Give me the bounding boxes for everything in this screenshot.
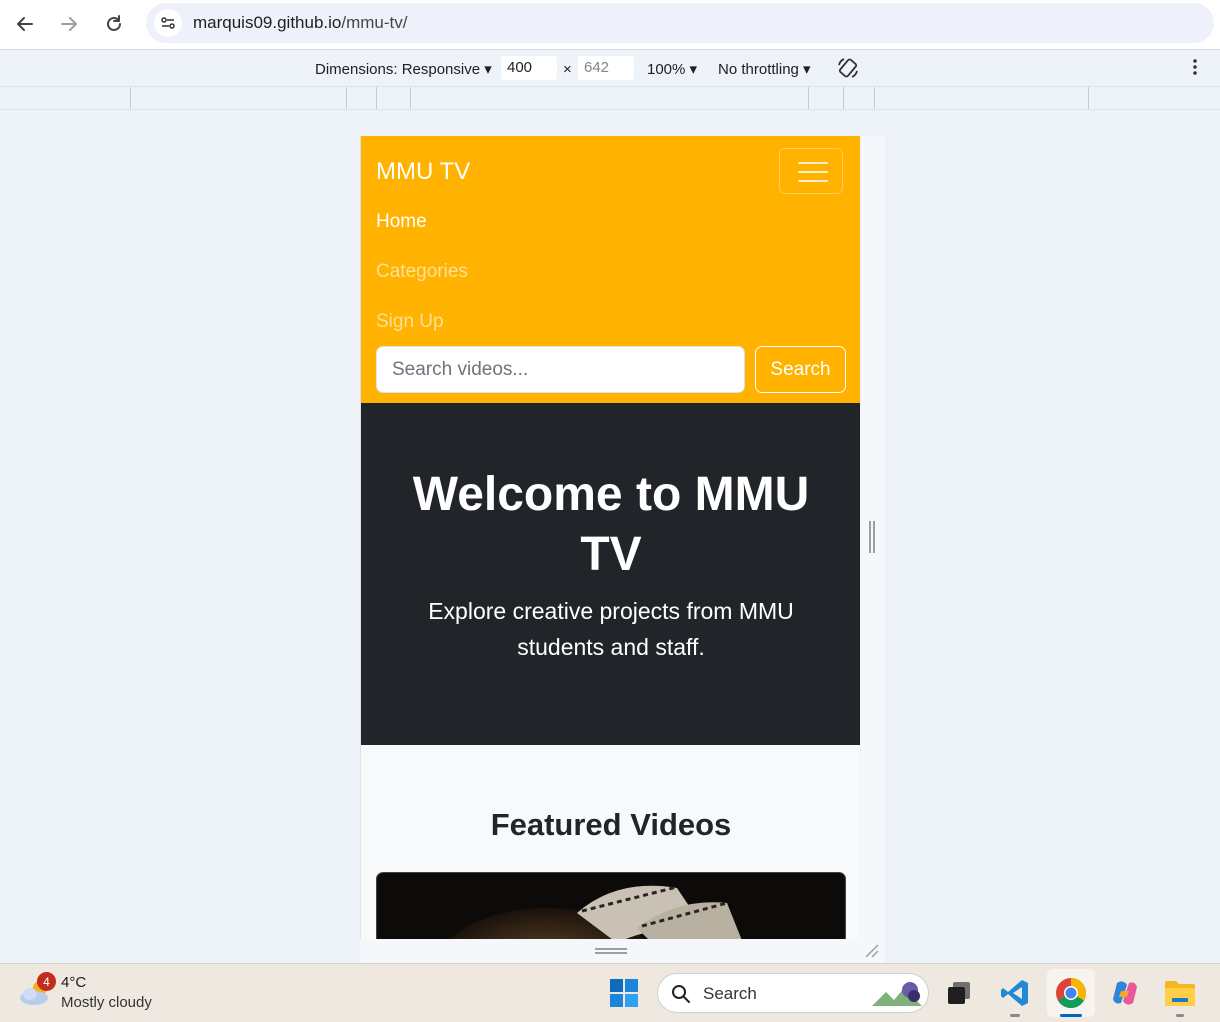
copilot-icon: [1113, 981, 1137, 1005]
ruler-tick: [874, 87, 875, 109]
hero-section: Welcome to MMU TV Explore creative proje…: [361, 403, 860, 745]
app-active-indicator: [1060, 1014, 1082, 1017]
vscode-icon: [1001, 980, 1028, 1006]
reload-icon: [107, 15, 121, 31]
dimensions-label: Dimensions: Responsive: [315, 61, 481, 78]
weather-badge: 4: [37, 972, 56, 991]
nav-link-home[interactable]: Home: [376, 211, 427, 233]
chevron-down-icon: ▾: [484, 61, 492, 78]
rotate-icon: [838, 58, 858, 78]
vscode-app[interactable]: [998, 976, 1032, 1010]
app-running-indicator: [1176, 1014, 1184, 1017]
featured-videos-heading: Featured Videos: [490, 807, 732, 842]
chevron-down-icon: ▾: [689, 61, 698, 78]
height-input[interactable]: 642: [578, 56, 634, 80]
app-running-indicator: [1010, 1014, 1020, 1017]
nav-link-categories[interactable]: Categories: [376, 261, 468, 283]
more-options-button[interactable]: [1190, 57, 1200, 81]
site-navbar: MMU TV Home Categories Sign Up Search vi…: [361, 136, 860, 403]
ruler-tick: [376, 87, 377, 109]
ruler-tick: [1088, 87, 1089, 109]
windows-logo-icon: [610, 979, 638, 1007]
ruler-tick: [130, 87, 131, 109]
weather-temperature[interactable]: 4°C: [61, 974, 86, 991]
url-host: marquis09.github.io: [193, 13, 342, 32]
emulated-viewport: MMU TV Home Categories Sign Up Search vi…: [360, 136, 860, 939]
task-view-icon: [948, 982, 970, 1004]
chevron-down-icon: ▾: [803, 61, 811, 78]
device-toolbar: Dimensions: Responsive ▾ 400 × 642 100% …: [0, 51, 1220, 86]
navbar-toggler-button[interactable]: [779, 148, 843, 194]
taskbar-search[interactable]: Search: [657, 973, 929, 1013]
resize-corner-icon[interactable]: [864, 943, 880, 959]
browser-toolbar: marquis09.github.io/mmu-tv/: [0, 0, 1220, 50]
search-highlight-icon: [872, 982, 922, 1006]
search-button[interactable]: Search: [755, 346, 846, 393]
chrome-app[interactable]: [1054, 976, 1088, 1010]
file-explorer-app[interactable]: [1163, 976, 1197, 1010]
reload-button[interactable]: [96, 6, 132, 42]
back-button[interactable]: [7, 6, 43, 42]
taskbar-search-label: Search: [703, 984, 757, 1003]
throttling-dropdown[interactable]: No throttling ▾: [718, 60, 811, 78]
media-query-bar: [0, 86, 1220, 110]
chrome-icon: [1056, 978, 1086, 1009]
resize-handle-right[interactable]: [869, 521, 875, 553]
task-view-button[interactable]: [942, 976, 976, 1010]
video-thumbnail[interactable]: [376, 872, 846, 939]
rotate-button[interactable]: [836, 56, 860, 84]
nav-link-sign-up[interactable]: Sign Up: [376, 311, 444, 333]
arrow-left-icon: [17, 17, 33, 31]
throttling-label: No throttling: [718, 61, 799, 78]
site-info-icon[interactable]: [154, 9, 182, 37]
copilot-app[interactable]: [1108, 976, 1142, 1010]
site-brand[interactable]: MMU TV: [376, 158, 470, 186]
hero-subtitle: Explore creative projects from MMU stude…: [428, 598, 794, 660]
address-bar[interactable]: marquis09.github.io/mmu-tv/: [146, 3, 1214, 43]
folder-icon: [1165, 981, 1195, 1006]
zoom-dropdown[interactable]: 100% ▾: [647, 60, 697, 78]
hamburger-icon: [798, 180, 828, 182]
ruler-tick: [843, 87, 844, 109]
search-input[interactable]: Search videos...: [376, 346, 745, 393]
weather-condition[interactable]: Mostly cloudy: [61, 994, 152, 1011]
dimension-separator: ×: [563, 61, 572, 78]
search-icon: [672, 985, 690, 1003]
ruler-tick: [808, 87, 809, 109]
ruler-tick: [346, 87, 347, 109]
hero-title: Welcome to MMU TV: [412, 468, 810, 581]
more-vert-icon: [1193, 59, 1197, 75]
hamburger-icon: [798, 171, 828, 173]
windows-taskbar: 4 4°C Mostly cloudy Search: [0, 963, 1220, 1022]
forward-button[interactable]: [51, 6, 87, 42]
ruler-tick: [410, 87, 411, 109]
hamburger-icon: [798, 162, 828, 164]
resize-handle-bottom[interactable]: [595, 948, 627, 954]
url-path: /mmu-tv/: [341, 13, 408, 32]
dimensions-dropdown[interactable]: Dimensions: Responsive ▾: [315, 60, 492, 78]
width-input[interactable]: 400: [501, 56, 557, 80]
start-button[interactable]: [607, 976, 641, 1010]
url-text: marquis09.github.io/mmu-tv/: [193, 13, 407, 33]
zoom-label: 100%: [647, 61, 686, 78]
arrow-right-icon: [61, 17, 77, 31]
film-reel-image: [450, 885, 742, 939]
